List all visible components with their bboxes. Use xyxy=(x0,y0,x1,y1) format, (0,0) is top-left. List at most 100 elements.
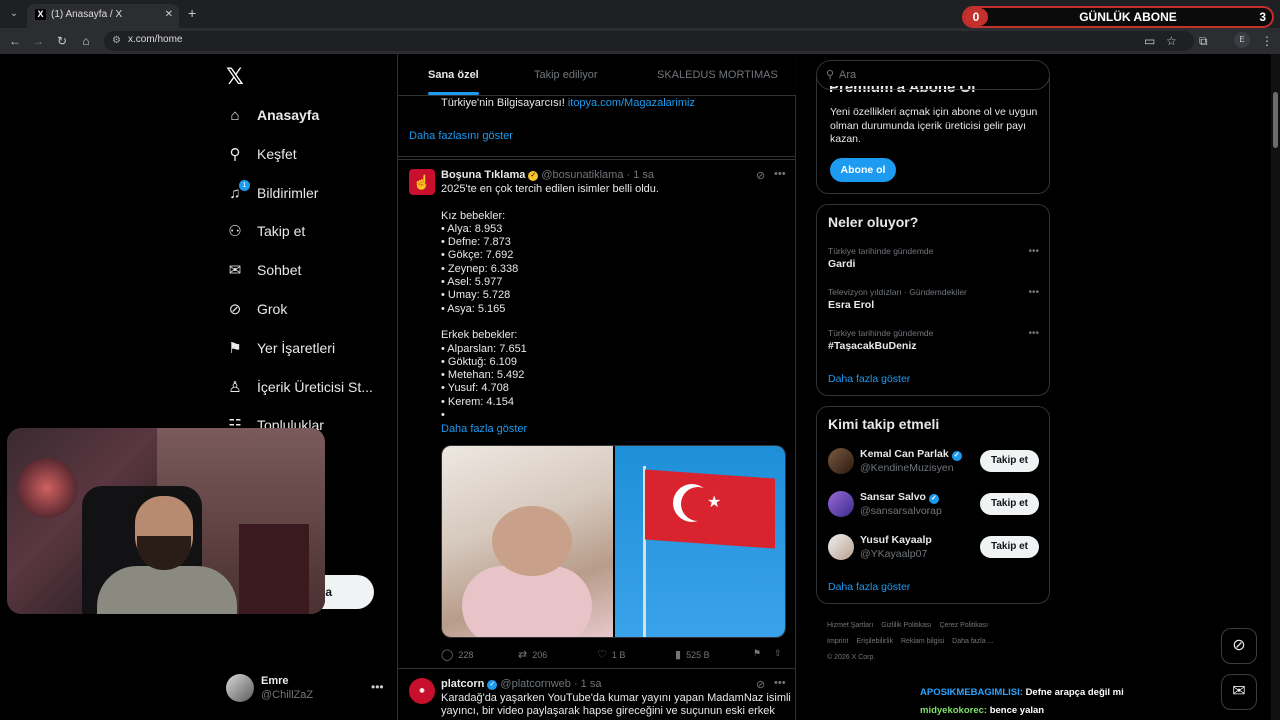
post-image-turkish-flag[interactable]: ★ xyxy=(615,446,785,637)
search-input[interactable]: ⚲ Ara xyxy=(816,60,1050,90)
follow-button[interactable]: Takip et xyxy=(980,493,1039,515)
follow-suggestion-name[interactable]: Kemal Can Parlak ✓ xyxy=(860,448,962,461)
previous-show-more-link[interactable]: Daha fazlasını göster xyxy=(409,130,513,142)
follow-suggestion-handle: @KendineMuzisyen xyxy=(860,462,954,474)
sidebar-item-creator-studio[interactable]: ♙ İçerik Üreticisi St... xyxy=(226,374,373,400)
footer-link[interactable]: Gizlilik Politikası xyxy=(881,622,931,629)
subscribe-button[interactable]: Abone ol xyxy=(830,158,896,182)
who-to-follow-show-more-link[interactable]: Daha fazla göster xyxy=(828,581,910,593)
footer-link[interactable]: Çerez Politikası xyxy=(939,622,988,629)
trend-name[interactable]: #TaşacakBuDeniz xyxy=(828,340,917,352)
grok-explain-icon[interactable]: ⊘ xyxy=(756,678,765,691)
repost-count: 206 xyxy=(532,650,548,660)
post-author-name[interactable]: platcorn xyxy=(441,678,484,690)
sidebar-item-explore[interactable]: ⚲ Keşfet xyxy=(226,141,297,167)
trend-name[interactable]: Esra Erol xyxy=(828,299,874,311)
site-info-icon[interactable]: ⚙ xyxy=(112,35,121,46)
webcam-bookshelf xyxy=(239,524,309,614)
trend-name[interactable]: Gardi xyxy=(828,258,855,270)
post-more-icon[interactable]: ••• xyxy=(774,677,786,689)
trend-context: Televizyon yıldızları · Gündemdekiler xyxy=(828,287,967,297)
search-icon: ⚲ xyxy=(826,69,835,81)
sidebar-item-grok[interactable]: ⊘ Grok xyxy=(226,296,288,322)
trend-more-icon[interactable]: ••• xyxy=(1028,328,1039,339)
avatar[interactable] xyxy=(828,448,854,474)
trend-context: Türkiye tarihinde gündemde xyxy=(828,246,934,256)
sidebar-item-label: Bildirimler xyxy=(257,185,319,201)
post-more-icon[interactable]: ••• xyxy=(774,168,786,180)
bookmark-post-icon[interactable]: ⚑ xyxy=(753,648,761,659)
back-arrow-icon[interactable]: ← xyxy=(8,34,22,48)
share-icon[interactable]: ⇧ xyxy=(774,648,782,659)
browser-tab-bar: ⌄ X (1) Anasayfa / X ✕ + 0 GÜNLÜK ABONE 3 xyxy=(0,0,1280,28)
sidebar-item-chat[interactable]: ✉ Sohbet xyxy=(226,257,302,283)
tab-following[interactable]: Takip ediliyor xyxy=(534,69,598,81)
sidebar-item-bookmarks[interactable]: ⚑ Yer İşaretleri xyxy=(226,335,335,361)
reload-icon[interactable]: ↻ xyxy=(55,34,69,48)
post-author-handle[interactable]: @platcornweb xyxy=(500,678,570,690)
footer-link[interactable]: Daha fazla ... xyxy=(952,638,993,645)
post-time[interactable]: · 1 sa xyxy=(574,678,602,690)
post-author-avatar[interactable]: ◉ xyxy=(409,678,435,704)
account-name: Emre xyxy=(261,675,289,687)
browser-tab[interactable]: X (1) Anasayfa / X ✕ xyxy=(27,4,179,28)
post-author-handle[interactable]: @bosunatiklama xyxy=(541,169,623,181)
chat-username: midyekokorec: xyxy=(920,705,988,716)
sidebar-item-home[interactable]: ⌂ Anasayfa xyxy=(226,102,319,128)
like-button[interactable]: ♡ 1 B xyxy=(597,648,625,661)
footer-link[interactable]: Reklam bilgisi xyxy=(901,638,944,645)
tab-title: (1) Anasayfa / X xyxy=(51,9,123,20)
x-logo-icon[interactable]: 𝕏 xyxy=(226,65,244,90)
page-scrollbar[interactable] xyxy=(1271,54,1280,720)
scrollbar-thumb[interactable] xyxy=(1273,92,1278,148)
view-count: 525 B xyxy=(686,650,710,660)
bookmark-star-icon[interactable]: ☆ xyxy=(1166,34,1177,48)
post-media-grid[interactable]: ★ xyxy=(441,445,786,638)
views-button[interactable]: ▮ 525 B xyxy=(675,648,710,661)
trend-more-icon[interactable]: ••• xyxy=(1028,246,1039,257)
follow-suggestion-name[interactable]: Sansar Salvo ✓ xyxy=(860,491,939,504)
address-bar[interactable]: ⚙ x.com/home xyxy=(104,31,1194,51)
post-author-name[interactable]: Boşuna Tıklama xyxy=(441,169,525,181)
tab-search-chevron-icon[interactable]: ⌄ xyxy=(6,6,22,22)
avatar[interactable] xyxy=(828,534,854,560)
post-show-more-link[interactable]: Daha fazla göster xyxy=(441,423,527,435)
reply-button[interactable]: ◯ 228 xyxy=(441,648,473,661)
repost-button[interactable]: ⇄ 206 xyxy=(518,648,547,661)
trends-show-more-link[interactable]: Daha fazla göster xyxy=(828,373,910,385)
account-switcher[interactable]: Emre @ChillZaZ ••• xyxy=(226,672,386,706)
forward-arrow-icon[interactable]: → xyxy=(31,34,45,48)
home-icon: ⌂ xyxy=(230,106,240,124)
tab-close-icon[interactable]: ✕ xyxy=(165,9,173,20)
chat-message: bence yalan xyxy=(989,705,1045,716)
footer-link[interactable]: Erişilebilirlik xyxy=(856,638,893,645)
avatar[interactable] xyxy=(828,491,854,517)
previous-post-link[interactable]: itopya.com/Magazalarimiz xyxy=(568,97,695,109)
footer-link[interactable]: Hizmet Şartları xyxy=(827,622,873,629)
footer-link[interactable]: Imprint xyxy=(827,638,848,645)
follow-suggestion-handle: @YKayaalp07 xyxy=(860,548,928,560)
tab-for-you[interactable]: Sana özel xyxy=(428,69,479,95)
heart-icon: ♡ xyxy=(597,649,607,661)
extensions-icon[interactable]: ⧉ xyxy=(1199,34,1208,49)
new-tab-plus-icon[interactable]: + xyxy=(188,5,196,21)
browser-profile-avatar[interactable]: E xyxy=(1234,32,1250,48)
cast-icon[interactable]: ▭ xyxy=(1144,34,1155,48)
post-author-avatar[interactable]: ☝ xyxy=(409,169,435,195)
grok-explain-icon[interactable]: ⊘ xyxy=(756,169,765,182)
post-time[interactable]: · 1 sa xyxy=(627,169,655,181)
tab-skaledus-mortimas[interactable]: SKALEDUS MORTIMAS xyxy=(657,69,778,81)
follow-button[interactable]: Takip et xyxy=(980,536,1039,558)
messages-fab-icon[interactable]: ✉ xyxy=(1221,674,1257,710)
post-text: 2025'te en çok tercih edilen isimler bel… xyxy=(441,183,659,422)
more-dots-icon[interactable]: ••• xyxy=(371,680,384,694)
trend-more-icon[interactable]: ••• xyxy=(1028,287,1039,298)
sidebar-item-follow[interactable]: ⚇ Takip et xyxy=(226,218,305,244)
follow-suggestion-name[interactable]: Yusuf Kayaalp xyxy=(860,534,932,546)
sidebar-item-notifications[interactable]: ♫ 1 Bildirimler xyxy=(226,179,319,206)
browser-menu-icon[interactable]: ⋮ xyxy=(1261,34,1273,48)
home-browser-icon[interactable]: ⌂ xyxy=(79,34,93,48)
post-image-baby[interactable] xyxy=(442,446,613,637)
follow-button[interactable]: Takip et xyxy=(980,450,1039,472)
grok-fab-icon[interactable]: ⊘ xyxy=(1221,628,1257,664)
